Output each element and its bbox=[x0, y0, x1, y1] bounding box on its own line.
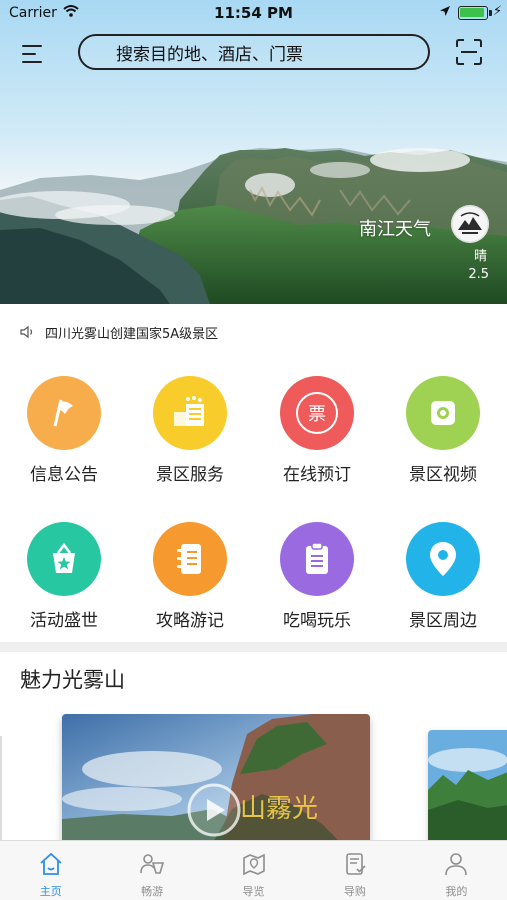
speaker-icon bbox=[20, 325, 33, 339]
grid-item-label: 活动盛世 bbox=[30, 611, 98, 631]
grid-item-label: 景区周边 bbox=[409, 611, 477, 631]
tab-tour[interactable]: 畅游 bbox=[101, 841, 202, 900]
battery-icon bbox=[458, 6, 492, 20]
hero-banner[interactable]: Carrier 11:54 PM ⚡ 搜索目的地、酒店、门票 南江天气 晴 2.… bbox=[0, 0, 507, 304]
home-icon bbox=[40, 852, 62, 875]
weather-city: 南江天气 bbox=[359, 219, 431, 240]
grid-item-video[interactable]: 景区视频 bbox=[380, 376, 506, 485]
announcement-bar[interactable]: 四川光雾山创建国家5A级景区 bbox=[0, 318, 507, 346]
grid-item-label: 信息公告 bbox=[30, 465, 98, 485]
announcement-text: 四川光雾山创建国家5A级景区 bbox=[45, 326, 219, 342]
grid-item-label: 在线预订 bbox=[283, 465, 351, 485]
location-pin-icon bbox=[406, 522, 480, 596]
tab-shopping[interactable]: 导购 bbox=[304, 841, 405, 900]
tab-home[interactable]: 主页 bbox=[0, 841, 101, 900]
carousel-card-text: 山霧光 bbox=[240, 794, 318, 824]
ticket-glyph: 票 bbox=[296, 392, 338, 434]
search-placeholder: 搜索目的地、酒店、门票 bbox=[116, 44, 303, 65]
grid-item-activities[interactable]: 活动盛世 bbox=[1, 522, 127, 631]
tab-guide[interactable]: 导览 bbox=[203, 841, 304, 900]
tour-icon bbox=[140, 854, 165, 874]
grid-item-booking[interactable]: 票 在线预订 bbox=[254, 376, 380, 485]
tab-label: 主页 bbox=[39, 885, 62, 898]
scan-icon[interactable] bbox=[455, 38, 483, 66]
video-icon bbox=[406, 376, 480, 450]
tab-profile[interactable]: 我的 bbox=[406, 841, 507, 900]
carousel-card-next[interactable] bbox=[428, 730, 507, 844]
featured-carousel[interactable]: 山霧光 bbox=[0, 714, 507, 844]
status-bar: Carrier 11:54 PM ⚡ bbox=[0, 0, 507, 28]
service-icon bbox=[153, 376, 227, 450]
tab-label: 导览 bbox=[242, 885, 265, 898]
profile-icon bbox=[445, 853, 468, 876]
carousel-next-image bbox=[428, 730, 507, 844]
tab-label: 导购 bbox=[343, 885, 366, 898]
clipboard-icon bbox=[280, 522, 354, 596]
weather-condition: 晴 bbox=[473, 249, 487, 264]
grid-item-label: 攻略游记 bbox=[156, 611, 224, 631]
carousel-card-video[interactable]: 山霧光 bbox=[62, 714, 370, 844]
carousel-card-image: 山霧光 bbox=[62, 714, 370, 844]
grid-item-food-fun[interactable]: 吃喝玩乐 bbox=[254, 522, 380, 631]
map-guide-icon bbox=[242, 853, 265, 876]
section-title: 魅力光雾山 bbox=[20, 668, 125, 692]
grid-item-label: 吃喝玩乐 bbox=[283, 611, 351, 631]
grid-item-service[interactable]: 景区服务 bbox=[127, 376, 253, 485]
grid-item-notice[interactable]: 信息公告 bbox=[1, 376, 127, 485]
gift-icon bbox=[27, 522, 101, 596]
grid-item-guides[interactable]: 攻略游记 bbox=[127, 522, 253, 631]
menu-icon bbox=[22, 45, 42, 47]
tab-label: 我的 bbox=[445, 885, 468, 898]
tab-label: 畅游 bbox=[141, 885, 164, 898]
location-arrow-icon bbox=[440, 6, 450, 16]
shopping-guide-icon bbox=[346, 853, 366, 875]
notebook-icon bbox=[153, 522, 227, 596]
search-input[interactable]: 搜索目的地、酒店、门票 bbox=[78, 34, 430, 70]
grid-item-nearby[interactable]: 景区周边 bbox=[380, 522, 506, 631]
bottom-tab-bar: 主页 畅游 导览 导购 我的 bbox=[0, 840, 507, 900]
section-divider bbox=[0, 642, 507, 652]
weather-temperature: 2.5 bbox=[468, 267, 489, 282]
grid-item-label: 景区视频 bbox=[409, 465, 477, 485]
scenic-logo-icon bbox=[451, 205, 489, 243]
charging-bolt-icon: ⚡ bbox=[493, 4, 503, 19]
ticket-icon: 票 bbox=[280, 376, 354, 450]
grid-item-label: 景区服务 bbox=[156, 465, 224, 485]
carousel-card-prev[interactable] bbox=[0, 736, 2, 844]
menu-button[interactable] bbox=[22, 40, 50, 66]
flag-icon bbox=[27, 376, 101, 450]
status-time: 11:54 PM bbox=[214, 4, 293, 22]
